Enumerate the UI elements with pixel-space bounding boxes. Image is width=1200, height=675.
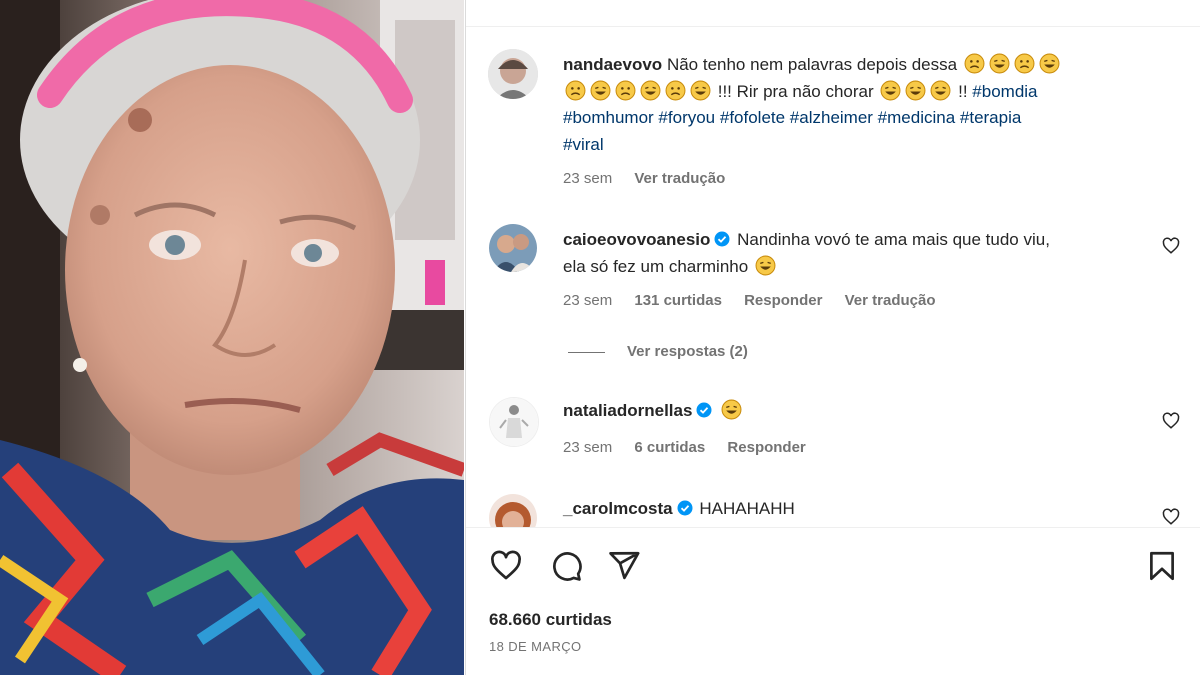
comment-time[interactable]: 23 sem xyxy=(563,292,612,309)
emoji-group-2 xyxy=(563,80,718,101)
bookmark-icon[interactable] xyxy=(1145,549,1179,583)
hashtag-line-3[interactable]: #viral xyxy=(563,135,604,154)
caption-text-3: !! xyxy=(958,81,968,101)
hashtag-line-1[interactable]: #bomdia xyxy=(972,82,1037,101)
caption-translate[interactable]: Ver tradução xyxy=(634,170,725,187)
comment-avatar[interactable] xyxy=(489,397,539,447)
laugh-emoji-icon xyxy=(721,399,742,420)
emoji-group-1 xyxy=(962,53,1062,74)
comment-1: caioeovovoanesio Nandinha vovó te ama ma… xyxy=(563,227,1153,280)
view-replies-label: Ver respostas (2) xyxy=(627,343,748,360)
view-replies-button[interactable]: Ver respostas (2) xyxy=(627,343,766,360)
laugh-emoji-icon xyxy=(755,255,776,275)
comment-1-meta: 23 sem 131 curtidas Responder Ver traduç… xyxy=(563,292,954,309)
laugh-emoji-icon xyxy=(989,53,1010,74)
laugh-emoji-icon xyxy=(590,80,611,100)
sad-emoji-icon xyxy=(615,80,636,100)
comment-username[interactable]: nataliadornellas xyxy=(563,401,692,420)
comment-like-heart-icon[interactable] xyxy=(1162,508,1180,526)
translate-button[interactable]: Ver tradução xyxy=(845,292,936,309)
comment-text-line-1: Nandinha vovó te ama mais que tudo viu, xyxy=(737,230,1050,249)
comment-avatar[interactable] xyxy=(489,494,537,527)
laugh-emoji-icon xyxy=(905,80,926,100)
avatar-image xyxy=(489,224,537,272)
laugh-emoji-icon xyxy=(1039,53,1060,74)
comment-likes[interactable]: 131 curtidas xyxy=(634,292,722,309)
post-photo xyxy=(0,0,464,675)
verified-badge-icon xyxy=(714,231,730,247)
comment-likes[interactable]: 6 curtidas xyxy=(634,439,705,456)
comment-avatar[interactable] xyxy=(489,224,537,272)
heart-icon[interactable] xyxy=(489,549,523,583)
post-date: 18 DE MARÇO xyxy=(489,639,582,654)
caption-username[interactable]: nandaevovo xyxy=(563,55,662,74)
reply-button[interactable]: Responder xyxy=(727,439,805,456)
sad-emoji-icon xyxy=(665,80,686,100)
comment-icon[interactable] xyxy=(549,549,583,583)
comment-3-clip: _carolmcosta HAHAHAHH xyxy=(466,480,1200,527)
verified-badge-icon xyxy=(696,402,712,418)
comment-2: nataliadornellas xyxy=(563,398,1153,425)
avatar-image xyxy=(488,49,538,99)
verified-badge-icon xyxy=(677,500,693,516)
comment-username[interactable]: _carolmcosta xyxy=(563,499,673,518)
replies-line xyxy=(568,352,605,353)
comments-panel: nandaevovo Não tenho nem palavras depois… xyxy=(465,0,1200,675)
comment-3: _carolmcosta HAHAHAHH xyxy=(563,496,1153,523)
emoji-group-3 xyxy=(878,80,958,101)
avatar-image xyxy=(490,398,538,446)
comment-text: HAHAHAHH xyxy=(699,499,795,518)
comment-time[interactable]: 23 sem xyxy=(563,439,612,456)
sad-emoji-icon xyxy=(565,80,586,100)
post-likes-count[interactable]: 68.660 curtidas xyxy=(489,610,612,630)
laugh-emoji-icon xyxy=(640,80,661,100)
share-icon[interactable] xyxy=(607,549,641,583)
divider xyxy=(466,527,1200,528)
comment-like-heart-icon[interactable] xyxy=(1162,237,1180,255)
reply-button[interactable]: Responder xyxy=(744,292,822,309)
laugh-emoji-icon xyxy=(880,80,901,100)
comment-username[interactable]: caioeovovoanesio xyxy=(563,230,710,249)
laugh-emoji-icon xyxy=(930,80,951,100)
laugh-emoji-icon xyxy=(690,80,711,100)
comment-like-heart-icon[interactable] xyxy=(1162,412,1180,430)
caption-text-1: Não tenho nem palavras depois dessa xyxy=(666,55,958,74)
caption-text-2: !!! Rir pra não chorar xyxy=(717,81,874,101)
caption-time[interactable]: 23 sem xyxy=(563,170,612,187)
caption: nandaevovo Não tenho nem palavras depois… xyxy=(563,52,1163,158)
hashtag-line-2[interactable]: #bomhumor #foryou #fofolete #alzheimer #… xyxy=(563,108,1021,127)
caption-meta: 23 sem Ver tradução xyxy=(563,170,743,187)
comment-text-line-2: ela só fez um charminho xyxy=(563,256,749,276)
elderly-woman-photo xyxy=(0,0,464,675)
author-avatar[interactable] xyxy=(488,49,538,99)
divider xyxy=(466,26,1200,27)
sad-emoji-icon xyxy=(964,53,985,74)
avatar-image xyxy=(489,494,537,527)
sad-emoji-icon xyxy=(1014,53,1035,74)
comment-2-meta: 23 sem 6 curtidas Responder xyxy=(563,439,824,456)
